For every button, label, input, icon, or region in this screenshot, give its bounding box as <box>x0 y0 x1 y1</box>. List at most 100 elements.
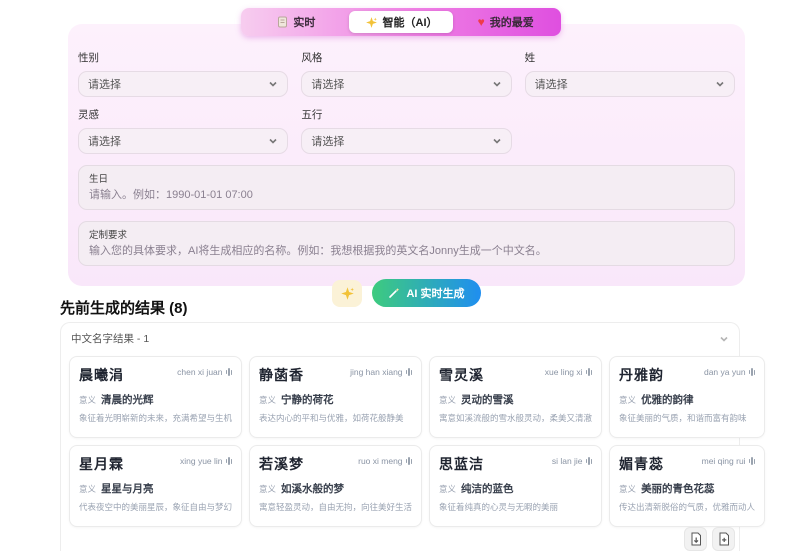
audio-waveform-icon[interactable] <box>585 457 593 465</box>
card-description: 象征美丽的气质，和谐而富有韵味 <box>619 413 747 423</box>
card-pinyin: xing yue lin <box>179 456 223 466</box>
tab-favorites-label: 我的最爱 <box>489 17 534 29</box>
card-pinyin: jing han xiang <box>350 367 403 377</box>
mode-tabbar: 实时 智能（AI） ♥ 我的最爱 <box>241 8 561 36</box>
meaning-text: 灵动的雪溪 <box>461 394 514 406</box>
card-pinyin: chen xi juan <box>177 367 223 377</box>
name-card[interactable]: 媚青蕊 mei qing rui 意义 美丽的青色花蕊 传达出清新脱俗的气质，优… <box>609 445 766 527</box>
style-select-value: 请选择 <box>311 79 345 91</box>
card-name: 思蓝洁 <box>439 456 485 472</box>
meaning-text: 美丽的青色花蕊 <box>641 483 715 495</box>
card-name: 星月霖 <box>79 456 124 472</box>
surname-label: 姓 <box>524 52 536 64</box>
requirements-label: 定制要求 <box>89 230 128 241</box>
field-gender: 性别 请选择 <box>78 50 289 97</box>
meaning-text: 优雅的韵律 <box>641 394 694 406</box>
sparkle-button[interactable] <box>332 279 363 307</box>
meaning-text: 清晨的光辉 <box>101 394 154 406</box>
realtime-icon <box>277 16 288 28</box>
form-row-1: 性别 请选择 风格 请选择 姓 请选择 <box>78 50 735 97</box>
chevron-down-icon <box>493 138 501 144</box>
meaning-label: 意义 <box>439 484 457 494</box>
style-label: 风格 <box>301 52 323 64</box>
name-card[interactable]: 静菡香 jing han xiang 意义 宁静的荷花 表达内心的平和与优雅，如… <box>249 356 423 438</box>
card-description: 寓意轻盈灵动，自由无拘，向往美好生活 <box>259 502 413 512</box>
name-card[interactable]: 晨曦涓 chen xi juan 意义 清晨的光辉 象征着光明崭新的未来，充满希… <box>69 356 243 438</box>
card-name: 雪灵溪 <box>439 367 485 383</box>
wuxing-select[interactable]: 请选择 <box>301 128 512 154</box>
inspiration-select[interactable]: 请选择 <box>78 128 289 154</box>
gender-label: 性别 <box>78 52 99 64</box>
audio-waveform-icon[interactable] <box>405 457 413 465</box>
card-name: 晨曦涓 <box>79 367 124 383</box>
card-pinyin: ruo xi meng <box>358 456 403 466</box>
field-inspiration: 灵感 请选择 <box>78 107 289 154</box>
name-card[interactable]: 星月霖 xing yue lin 意义 星星与月亮 代表夜空中的美丽星辰，象征自… <box>69 445 243 527</box>
results-heading: 先前生成的结果 (8) <box>60 300 188 317</box>
card-pinyin: mei qing rui <box>701 456 746 466</box>
results-group-label: 中文名字结果 - 1 <box>71 333 150 345</box>
magic-wand-icon <box>388 287 400 299</box>
meaning-label: 意义 <box>619 484 637 494</box>
birthday-input[interactable] <box>89 187 724 201</box>
surname-select[interactable]: 请选择 <box>524 71 735 97</box>
tab-ai-label: 智能（AI） <box>382 17 438 29</box>
export-document-download-button[interactable] <box>684 527 707 551</box>
meaning-label: 意义 <box>79 395 97 405</box>
chevron-down-icon <box>493 81 501 87</box>
meaning-text: 如溪水般的梦 <box>281 483 345 495</box>
name-card[interactable]: 丹雅韵 dan ya yun 意义 优雅的韵律 象征美丽的气质，和谐而富有韵味 <box>609 356 766 438</box>
card-description: 表达内心的平和与优雅，如荷花般静美 <box>259 413 404 423</box>
card-description: 代表夜空中的美丽星辰，象征自由与梦幻 <box>79 502 233 512</box>
tab-realtime-label: 实时 <box>293 17 316 29</box>
audio-waveform-icon[interactable] <box>748 457 756 465</box>
name-card[interactable]: 若溪梦 ruo xi meng 意义 如溪水般的梦 寓意轻盈灵动，自由无拘，向往… <box>249 445 423 527</box>
card-name: 若溪梦 <box>259 456 305 472</box>
generator-form-panel: 性别 请选择 风格 请选择 姓 请选择 灵感 请选择 五行 请选择 生日 请输入… <box>68 24 745 307</box>
meaning-label: 意义 <box>259 395 277 405</box>
export-document-add-button[interactable] <box>712 527 735 551</box>
generate-button[interactable]: AI 实时生成 <box>372 279 481 307</box>
generate-button-label: AI 实时生成 <box>406 288 465 300</box>
meaning-text: 宁静的荷花 <box>281 394 334 406</box>
chevron-down-icon <box>716 81 724 87</box>
birthday-label: 生日 <box>89 174 109 185</box>
results-group-header[interactable]: 中文名字结果 - 1 <box>61 323 739 350</box>
name-card[interactable]: 思蓝洁 si lan jie 意义 纯洁的蓝色 象征着纯真的心灵与无暇的美丽 <box>429 445 603 527</box>
requirements-box: 定制要求 <box>78 221 735 266</box>
gender-select[interactable]: 请选择 <box>78 71 289 97</box>
name-card[interactable]: 雪灵溪 xue ling xi 意义 灵动的雪溪 寓意如溪流般的雪水般灵动，柔美… <box>429 356 603 438</box>
tab-ai[interactable]: 智能（AI） <box>348 11 454 33</box>
card-description: 象征着纯真的心灵与无暇的美丽 <box>439 502 559 512</box>
card-name: 静菡香 <box>259 367 305 383</box>
meaning-label: 意义 <box>259 484 277 494</box>
meaning-text: 星星与月亮 <box>101 483 154 495</box>
audio-waveform-icon[interactable] <box>748 368 756 376</box>
app-root: 实时 智能（AI） ♥ 我的最爱 性别 请选择 风格 请选择 姓 请选择 灵感 … <box>0 0 800 551</box>
gender-select-value: 请选择 <box>88 79 121 91</box>
audio-waveform-icon[interactable] <box>585 368 593 376</box>
meaning-label: 意义 <box>439 395 457 405</box>
card-pinyin: xue ling xi <box>544 367 583 377</box>
chevron-down-icon <box>269 81 277 87</box>
requirements-input[interactable] <box>89 243 724 257</box>
chevron-down-icon <box>269 138 277 144</box>
field-wuxing: 五行 请选择 <box>301 107 512 154</box>
style-select[interactable]: 请选择 <box>301 71 512 97</box>
audio-waveform-icon[interactable] <box>405 368 413 376</box>
document-add-icon <box>719 532 729 546</box>
tab-realtime[interactable]: 实时 <box>244 11 349 33</box>
chevron-down-icon <box>720 336 728 342</box>
audio-waveform-icon[interactable] <box>225 368 233 376</box>
field-surname: 姓 请选择 <box>524 50 735 97</box>
card-pinyin: si lan jie <box>551 456 583 466</box>
sparkle-icon <box>365 16 378 29</box>
inspiration-select-value: 请选择 <box>88 136 121 148</box>
card-name: 丹雅韵 <box>619 367 665 383</box>
meaning-label: 意义 <box>79 484 97 494</box>
surname-select-value: 请选择 <box>534 79 568 91</box>
audio-waveform-icon[interactable] <box>225 457 233 465</box>
name-cards-grid: 晨曦涓 chen xi juan 意义 清晨的光辉 象征着光明崭新的未来，充满希… <box>69 356 766 527</box>
tab-favorites[interactable]: ♥ 我的最爱 <box>453 11 558 33</box>
wuxing-label: 五行 <box>301 109 323 121</box>
